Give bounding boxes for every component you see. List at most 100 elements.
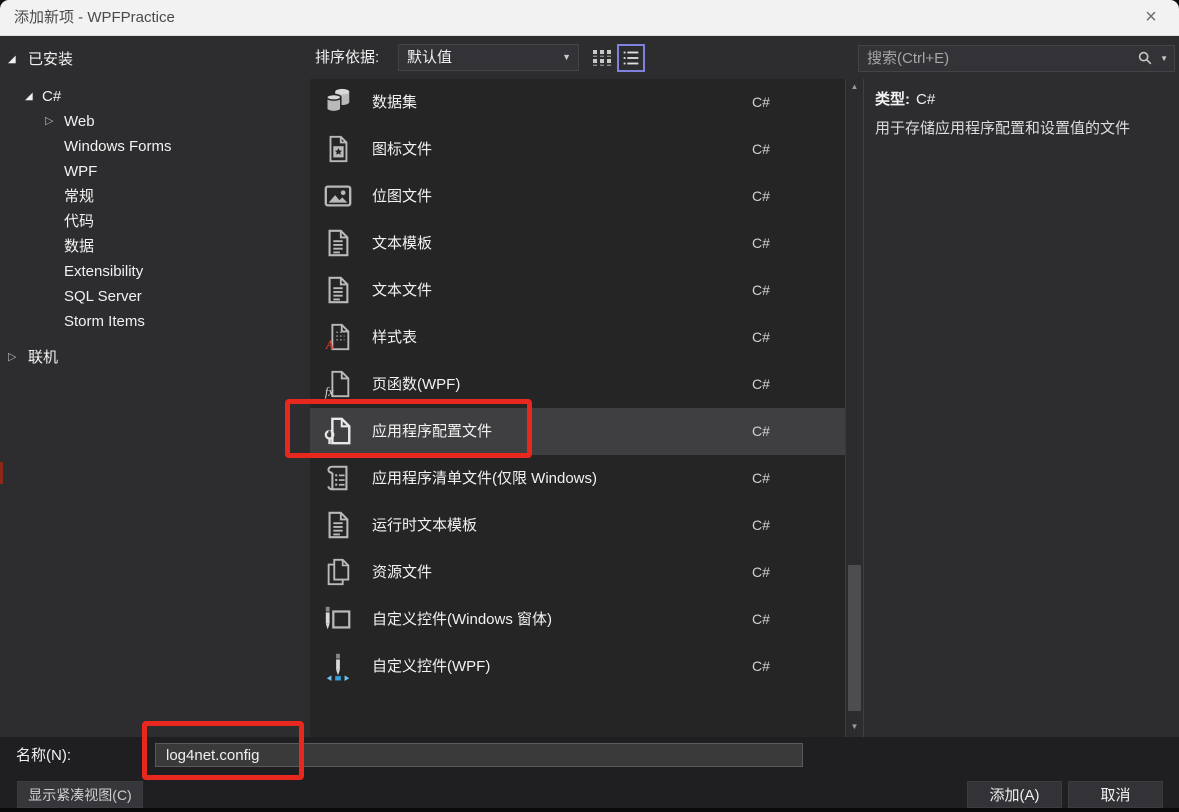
template-language: C# [752, 235, 770, 251]
small-icons-view-button[interactable] [617, 44, 645, 72]
category-item[interactable]: Windows Forms [0, 134, 310, 159]
type-value: C# [916, 91, 936, 108]
sort-by-label: 排序依据: [315, 49, 380, 66]
annotation-rectangle-selected-template [285, 399, 532, 458]
expanded-arrow-icon: ◢ [25, 91, 33, 102]
category-item[interactable]: 代码 [0, 209, 310, 234]
category-label: 联机 [28, 349, 59, 366]
sort-dropdown-value: 默认值 [407, 49, 453, 66]
category-label: Extensibility [64, 263, 144, 280]
template-language: C# [752, 611, 770, 627]
list-scrollbar[interactable]: ▲ ▼ [845, 79, 863, 737]
template-language: C# [752, 423, 770, 439]
template-item[interactable]: 应用程序清单文件(仅限 Windows) C# [310, 455, 845, 502]
icon-file-icon [323, 134, 353, 164]
template-item[interactable]: 图标文件 C# [310, 126, 845, 173]
category-label: WPF [64, 163, 98, 180]
custom-control-winforms-icon [323, 604, 353, 634]
svg-text:A: A [325, 338, 334, 352]
grid-view-icon [593, 50, 611, 66]
collapsed-arrow-icon: ▷ [45, 115, 54, 127]
template-description: 用于存储应用程序配置和设置值的文件 [875, 120, 1131, 137]
template-name: 应用程序清单文件(仅限 Windows) [372, 470, 598, 487]
type-label: 类型: [875, 91, 910, 108]
template-language: C# [752, 470, 770, 486]
category-item[interactable]: Extensibility [0, 259, 310, 284]
category-label: 常规 [64, 188, 95, 205]
template-item[interactable]: 资源文件 C# [310, 549, 845, 596]
category-item[interactable]: Storm Items [0, 309, 310, 334]
category-label: 已安装 [28, 51, 74, 68]
category-item[interactable]: ▷ Web [0, 109, 310, 134]
sidebar-item-installed[interactable]: ◢ 已安装 [0, 47, 310, 72]
category-item[interactable]: ◢ C# [0, 84, 310, 109]
scroll-up-icon[interactable]: ▲ [846, 79, 863, 95]
template-item[interactable]: 自定义控件(Windows 窗体) C# [310, 596, 845, 643]
template-language: C# [752, 282, 770, 298]
dialog-title: 添加新项 - WPFPractice [14, 9, 175, 26]
category-label: 代码 [64, 213, 95, 230]
sidebar-item-online[interactable]: ▷ 联机 [0, 345, 310, 370]
custom-control-wpf-icon [323, 651, 353, 681]
category-item[interactable]: SQL Server [0, 284, 310, 309]
search-input[interactable] [859, 46, 1137, 71]
template-name: 位图文件 [372, 188, 433, 205]
category-label: SQL Server [64, 288, 142, 305]
template-language: C# [752, 564, 770, 580]
cancel-button[interactable]: 取消 [1068, 781, 1163, 808]
template-language: C# [752, 188, 770, 204]
template-language: C# [752, 517, 770, 533]
text-template-icon [323, 228, 353, 258]
text-file-icon [323, 275, 353, 305]
add-new-item-dialog: 添加新项 - WPFPractice × ◢ 已安装 ▷ 联机 ◢ C# ▷ Web W… [0, 0, 1179, 812]
template-name: 资源文件 [372, 564, 433, 581]
template-name: 数据集 [372, 94, 418, 111]
sort-dropdown[interactable]: 默认值 ▼ [398, 44, 579, 71]
stylesheet-icon: A [323, 322, 353, 352]
template-item[interactable]: 运行时文本模板 C# [310, 502, 845, 549]
template-language: C# [752, 94, 770, 110]
app-manifest-icon [323, 463, 353, 493]
collapsed-arrow-icon: ▷ [8, 351, 17, 363]
scroll-down-icon[interactable]: ▼ [846, 719, 863, 735]
resource-file-icon [323, 557, 353, 587]
template-language: C# [752, 141, 770, 157]
template-name: 文本模板 [372, 235, 433, 252]
dataset-icon [323, 87, 353, 117]
category-label: 数据 [64, 238, 95, 255]
template-name: 图标文件 [372, 141, 433, 158]
search-options-chevron-icon[interactable]: ▼ [1160, 46, 1168, 71]
template-item[interactable]: A 样式表 C# [310, 314, 845, 361]
panel-divider [863, 79, 864, 737]
category-tree: ◢ 已安装 ▷ 联机 ◢ C# ▷ Web Windows Forms WPF 常规代码数据… [0, 36, 310, 737]
template-item[interactable]: 文本文件 C# [310, 267, 845, 314]
search-box: ▼ [858, 45, 1175, 72]
category-item[interactable]: WPF [0, 159, 310, 184]
medium-icons-view-button[interactable] [589, 45, 615, 71]
annotation-rectangle-name-field [142, 721, 304, 780]
template-item[interactable]: 自定义控件(WPF) C# [310, 643, 845, 690]
template-language: C# [752, 376, 770, 392]
template-language: C# [752, 658, 770, 674]
titlebar: 添加新项 - WPFPractice × [0, 0, 1179, 36]
runtime-text-template-icon [323, 510, 353, 540]
close-icon[interactable]: × [1131, 1, 1171, 34]
compact-view-button[interactable]: 显示紧凑视图(C) [17, 781, 143, 808]
scrollbar-thumb[interactable] [848, 565, 861, 711]
template-name: 样式表 [372, 329, 418, 346]
add-button[interactable]: 添加(A) [967, 781, 1062, 808]
annotation-red-sliver [0, 462, 3, 484]
category-item[interactable]: 常规 [0, 184, 310, 209]
page-function-icon: fx [323, 369, 353, 399]
search-icon[interactable] [1136, 49, 1154, 67]
template-name: 运行时文本模板 [372, 517, 478, 534]
category-label: Storm Items [64, 313, 145, 330]
window-bottom-edge [0, 808, 1179, 812]
category-label: Windows Forms [64, 138, 172, 155]
template-item[interactable]: 位图文件 C# [310, 173, 845, 220]
template-name: 文本文件 [372, 282, 433, 299]
template-item[interactable]: 数据集 C# [310, 79, 845, 126]
category-item[interactable]: 数据 [0, 234, 310, 259]
svg-text:fx: fx [325, 385, 334, 399]
template-item[interactable]: 文本模板 C# [310, 220, 845, 267]
